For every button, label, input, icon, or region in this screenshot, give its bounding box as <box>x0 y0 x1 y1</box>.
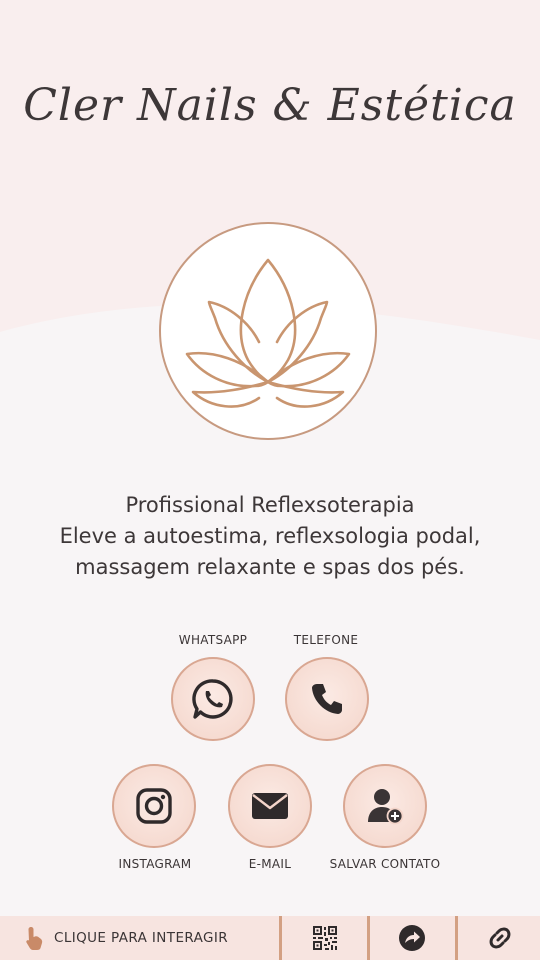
description-line-3: massagem relaxante e spas dos pés. <box>75 555 465 579</box>
instagram-label: INSTAGRAM <box>118 857 192 871</box>
whatsapp-icon <box>192 679 233 719</box>
email-label: E-MAIL <box>248 857 292 871</box>
share-arrow-icon <box>399 925 425 951</box>
telefone-button[interactable] <box>285 657 369 741</box>
logo <box>159 222 377 440</box>
bar-divider <box>279 916 282 960</box>
interact-hint: CLIQUE PARA INTERAGIR <box>0 916 280 960</box>
brand-title: Cler Nails & Estética <box>23 80 517 131</box>
share-button[interactable] <box>370 916 454 960</box>
salvar-contato-button[interactable] <box>343 764 427 848</box>
lotus-icon <box>185 258 351 408</box>
link-button[interactable] <box>458 916 540 960</box>
interact-label: CLIQUE PARA INTERAGIR <box>54 930 229 946</box>
qr-code-icon <box>313 926 337 950</box>
telefone-label: TELEFONE <box>293 633 359 647</box>
salvar-contato-label: SALVAR CONTATO <box>329 857 441 871</box>
bottom-bar: CLIQUE PARA INTERAGIR <box>0 916 540 960</box>
email-button[interactable] <box>228 764 312 848</box>
whatsapp-label: WHATSAPP <box>178 633 248 647</box>
phone-icon <box>312 684 342 714</box>
whatsapp-button[interactable] <box>171 657 255 741</box>
tap-hand-icon <box>26 927 43 950</box>
instagram-icon <box>136 788 172 824</box>
description-line-2: Eleve a autoestima, reflexsologia podal, <box>59 524 481 548</box>
add-contact-icon <box>368 789 404 825</box>
profile-description: Profissional Reflexsoterapia Eleve a aut… <box>0 490 540 583</box>
description-line-1: Profissional Reflexsoterapia <box>125 493 415 517</box>
link-icon <box>489 927 511 949</box>
qr-code-button[interactable] <box>283 916 367 960</box>
envelope-icon <box>252 793 288 819</box>
instagram-button[interactable] <box>112 764 196 848</box>
